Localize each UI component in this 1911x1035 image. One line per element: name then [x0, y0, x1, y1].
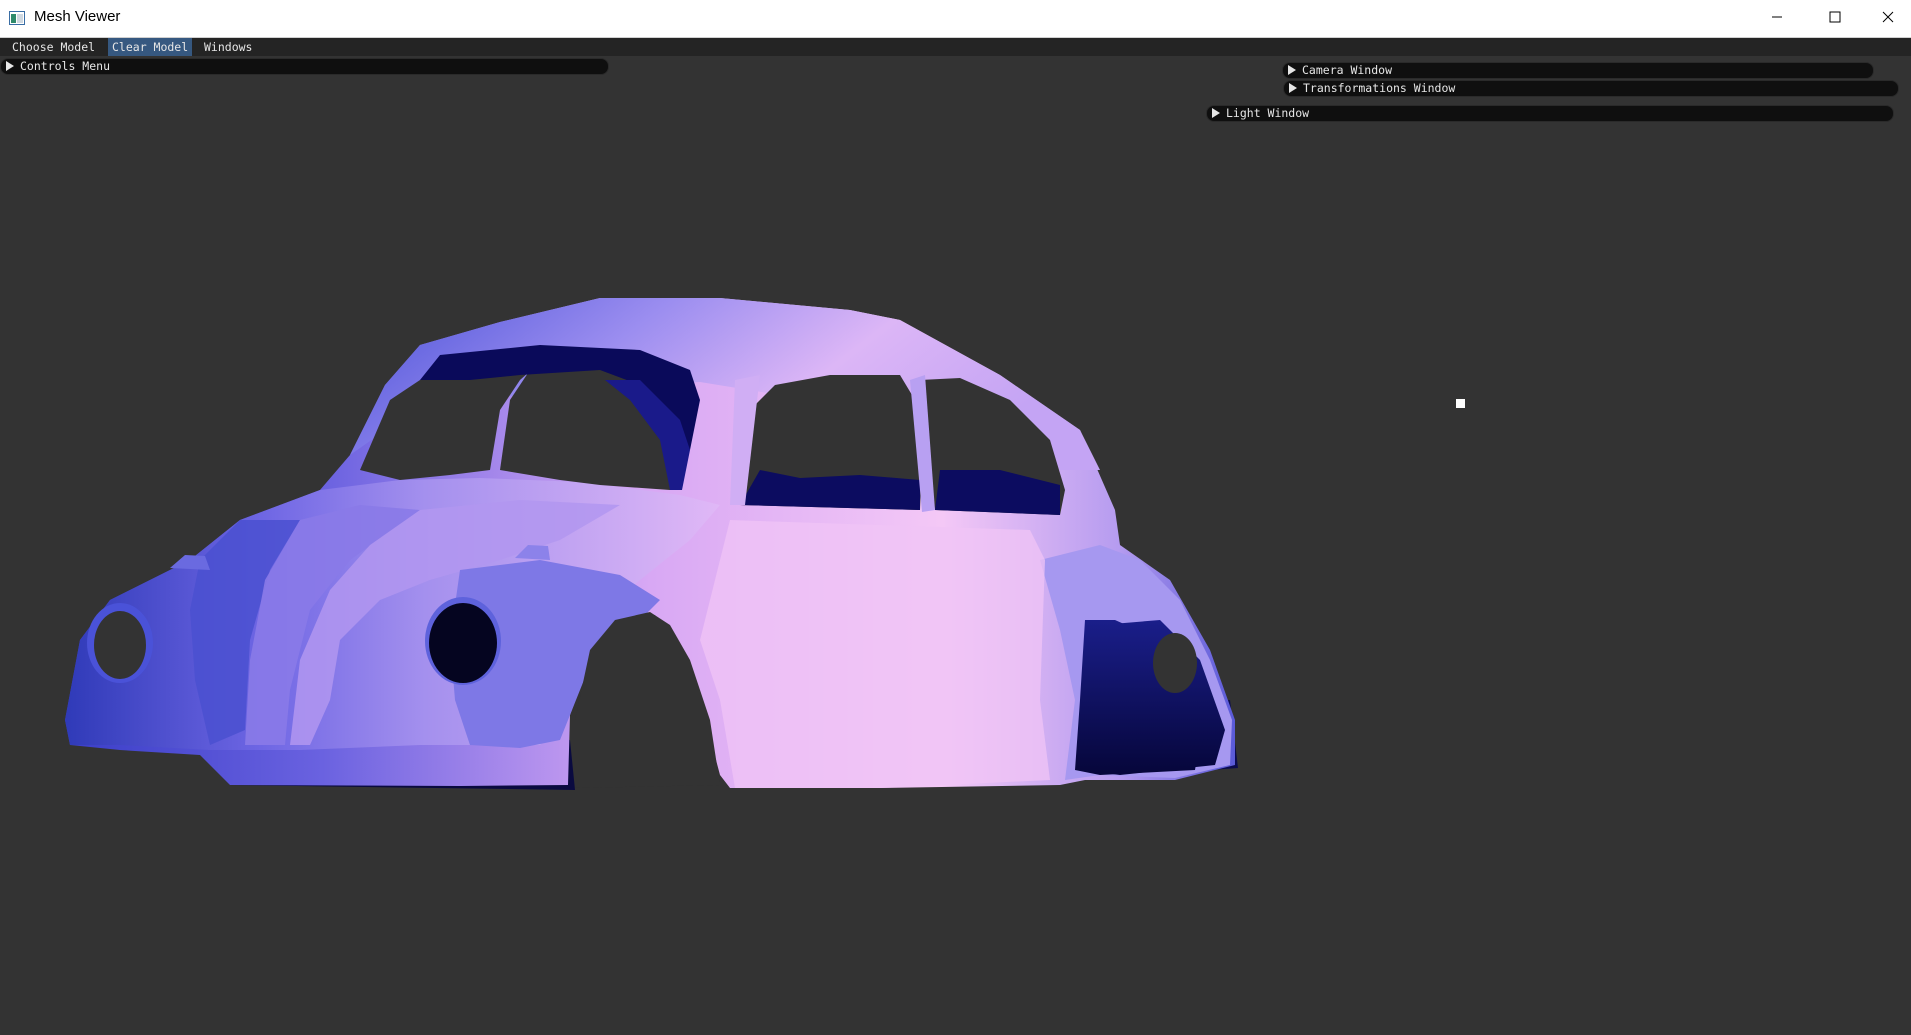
maximize-button[interactable]	[1806, 0, 1864, 37]
controls-menu-title: Controls Menu	[20, 59, 111, 73]
controls-menu-panel[interactable]: Controls Menu	[0, 58, 609, 75]
menu-clear-model[interactable]: Clear Model	[108, 38, 193, 56]
transformations-window-panel[interactable]: Transformations Window	[1283, 80, 1899, 97]
light-window-panel[interactable]: Light Window	[1206, 105, 1894, 122]
menu-windows[interactable]: Windows	[200, 38, 256, 56]
camera-window-panel[interactable]: Camera Window	[1282, 62, 1874, 79]
expand-arrow-icon	[1288, 65, 1296, 75]
expand-arrow-icon	[1289, 83, 1297, 93]
window-title: Mesh Viewer	[34, 8, 121, 25]
menu-choose-model[interactable]: Choose Model	[8, 38, 99, 56]
app-icon	[9, 11, 25, 25]
camera-window-title: Camera Window	[1302, 63, 1393, 77]
expand-arrow-icon	[6, 61, 14, 71]
minimize-button[interactable]	[1748, 0, 1806, 37]
transformations-window-title: Transformations Window	[1303, 81, 1456, 95]
3d-viewport[interactable]	[0, 56, 1911, 1031]
maximize-icon	[1829, 10, 1841, 28]
expand-arrow-icon	[1212, 108, 1220, 118]
close-button[interactable]	[1864, 0, 1911, 37]
light-marker[interactable]	[1456, 399, 1465, 408]
close-icon	[1882, 10, 1894, 28]
minimize-icon	[1771, 10, 1783, 28]
light-window-title: Light Window	[1226, 106, 1310, 120]
title-bar: Mesh Viewer	[0, 0, 1911, 38]
car-mesh	[65, 298, 1238, 790]
menu-bar: Choose Model Clear Model Windows	[0, 38, 1911, 56]
